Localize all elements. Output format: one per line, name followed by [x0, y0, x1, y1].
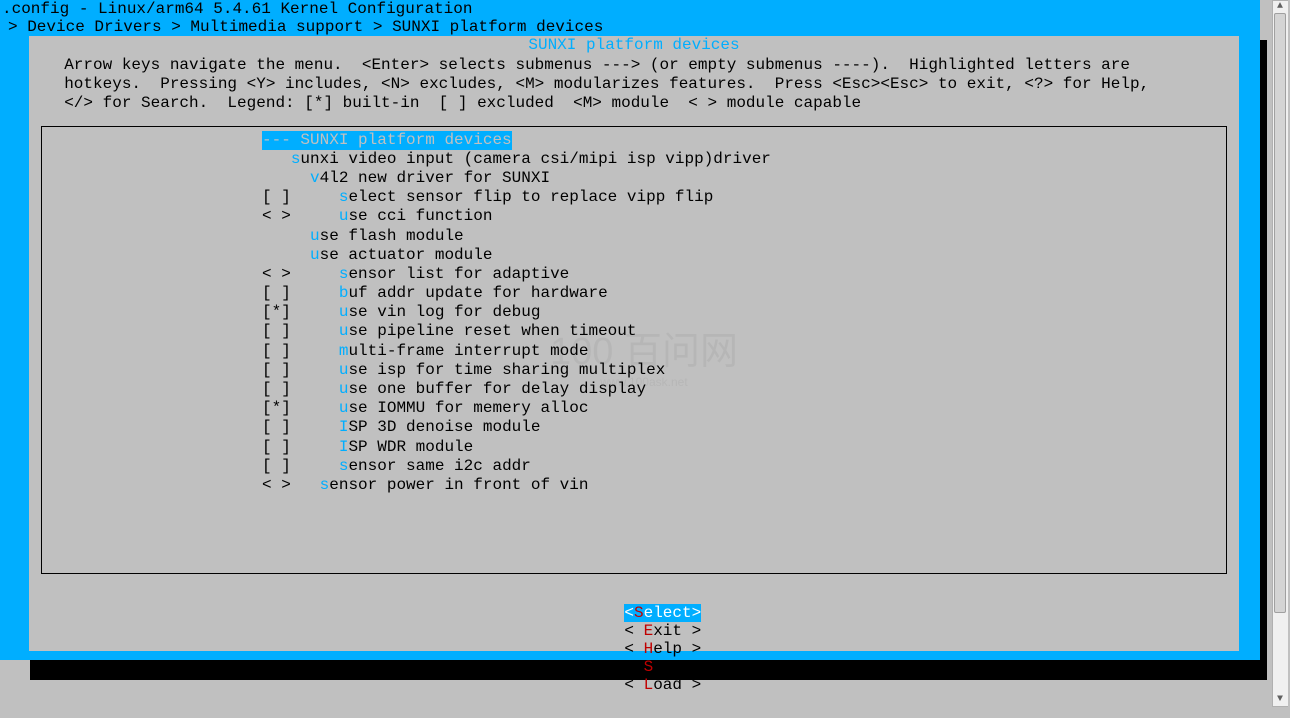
- select-button[interactable]: <Select>: [624, 604, 701, 622]
- menu-item[interactable]: [*] use vin log for debug: [42, 303, 1226, 322]
- menu-item[interactable]: v4l2 new driver for SUNXI: [42, 169, 1226, 188]
- bottom-buttons: <Select> < Exit > < Help > < Save > < Lo…: [29, 580, 1239, 718]
- help-text: Arrow keys navigate the menu. <Enter> se…: [29, 54, 1239, 120]
- load-button[interactable]: < Load >: [624, 676, 701, 694]
- scroll-thumb[interactable]: [1274, 13, 1286, 613]
- menu-item[interactable]: use flash module: [42, 227, 1226, 246]
- menu-item[interactable]: [ ] multi-frame interrupt mode: [42, 342, 1226, 361]
- breadcrumb-row: > Device Drivers > Multimedia support > …: [0, 18, 1260, 36]
- menu-frame: --- SUNXI platform devices sunxi video i…: [41, 126, 1227, 574]
- save-button[interactable]: < Save >: [624, 658, 701, 676]
- menu-item[interactable]: [ ] buf addr update for hardware: [42, 284, 1226, 303]
- menu-item[interactable]: [ ] ISP WDR module: [42, 438, 1226, 457]
- menu-item[interactable]: [ ] ISP 3D denoise module: [42, 418, 1226, 437]
- menu-item[interactable]: < > sensor list for adaptive: [42, 265, 1226, 284]
- outer-frame: .config - Linux/arm64 5.4.61 Kernel Conf…: [0, 0, 1260, 660]
- menu-item[interactable]: [ ] sensor same i2c addr: [42, 457, 1226, 476]
- menu-item[interactable]: sunxi video input (camera csi/mipi isp v…: [42, 150, 1226, 169]
- menu-item[interactable]: [ ] select sensor flip to replace vipp f…: [42, 188, 1226, 207]
- scrollbar[interactable]: ▲ ▼: [1272, 0, 1288, 707]
- menu-item[interactable]: use actuator module: [42, 246, 1226, 265]
- menu-item[interactable]: < > use cci function: [42, 207, 1226, 226]
- menu-item[interactable]: [*] use IOMMU for memery alloc: [42, 399, 1226, 418]
- exit-button[interactable]: < Exit >: [624, 622, 701, 640]
- menu-item[interactable]: [ ] use pipeline reset when timeout: [42, 322, 1226, 341]
- main-box: SUNXI platform devices Arrow keys naviga…: [29, 36, 1239, 651]
- section-title: SUNXI platform devices: [29, 36, 1239, 54]
- menu-item[interactable]: [ ] use one buffer for delay display: [42, 380, 1226, 399]
- breadcrumb-text: > Device Drivers > Multimedia support > …: [8, 18, 603, 36]
- help-button[interactable]: < Help >: [624, 640, 701, 658]
- scroll-down-icon[interactable]: ▼: [1273, 694, 1287, 706]
- title-bar: .config - Linux/arm64 5.4.61 Kernel Conf…: [0, 0, 1260, 18]
- menu-item[interactable]: --- SUNXI platform devices: [42, 131, 1226, 150]
- menu-item[interactable]: [ ] use isp for time sharing multiplex: [42, 361, 1226, 380]
- scroll-up-icon[interactable]: ▲: [1273, 1, 1287, 13]
- menu-item[interactable]: < > sensor power in front of vin: [42, 476, 1226, 495]
